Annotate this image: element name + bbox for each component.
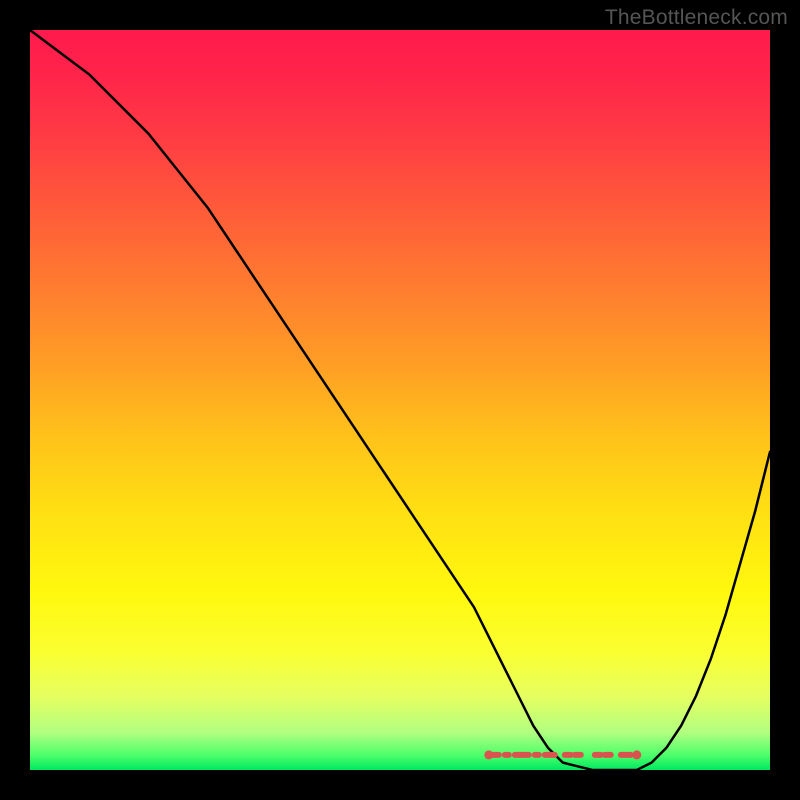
plot-gradient-area (30, 30, 770, 770)
watermark-text: TheBottleneck.com (605, 6, 788, 30)
bottleneck-curve (30, 30, 770, 770)
bottom-highlight-band (484, 750, 641, 759)
chart-container: TheBottleneck.com (0, 0, 800, 800)
curve-svg (30, 30, 770, 770)
